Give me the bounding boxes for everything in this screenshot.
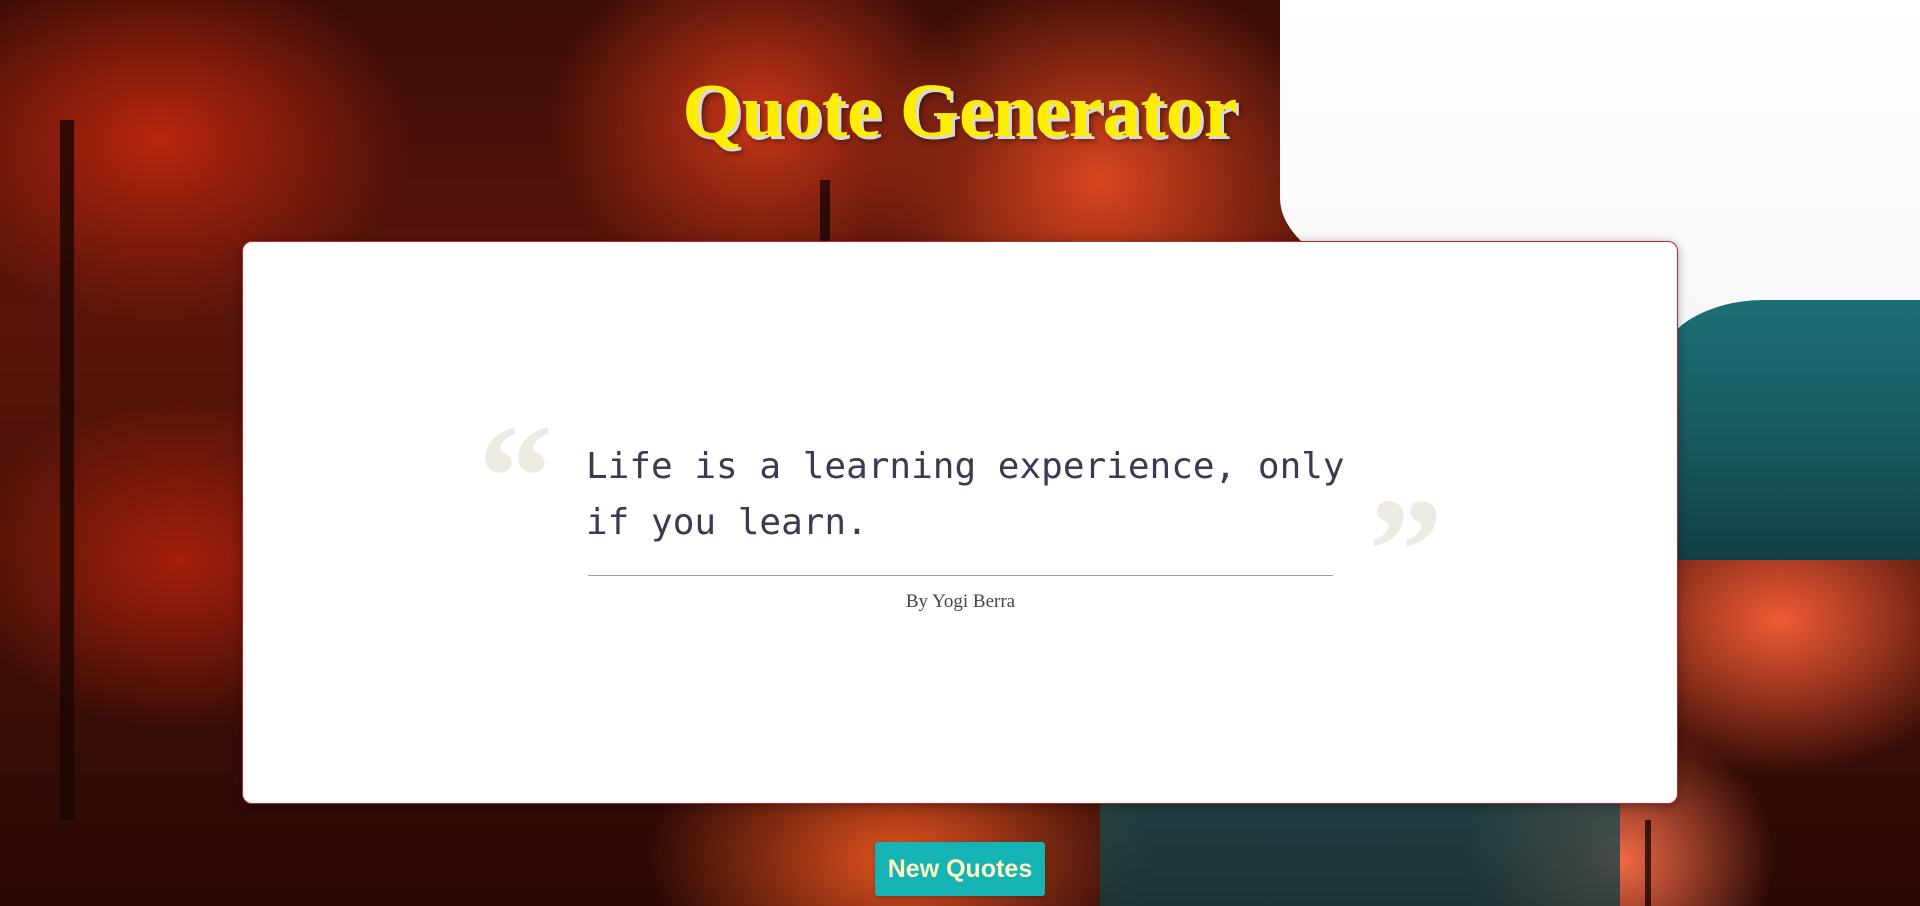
page-title: Quote Generator bbox=[682, 69, 1238, 153]
background-tree-trunk bbox=[60, 120, 74, 820]
open-quote-icon: “ bbox=[478, 394, 553, 560]
quote-divider bbox=[588, 575, 1333, 576]
quote-author: By Yogi Berra bbox=[905, 591, 1016, 612]
quote-text: Life is a learning experience, only if y… bbox=[586, 446, 1345, 543]
background-teal-forest bbox=[1660, 300, 1920, 560]
background-pole bbox=[1645, 820, 1651, 906]
close-quote-icon: ” bbox=[1368, 468, 1443, 634]
quote-card: “ Life is a learning experience, only if… bbox=[242, 241, 1678, 804]
new-quotes-button[interactable]: New Quotes bbox=[875, 842, 1045, 896]
